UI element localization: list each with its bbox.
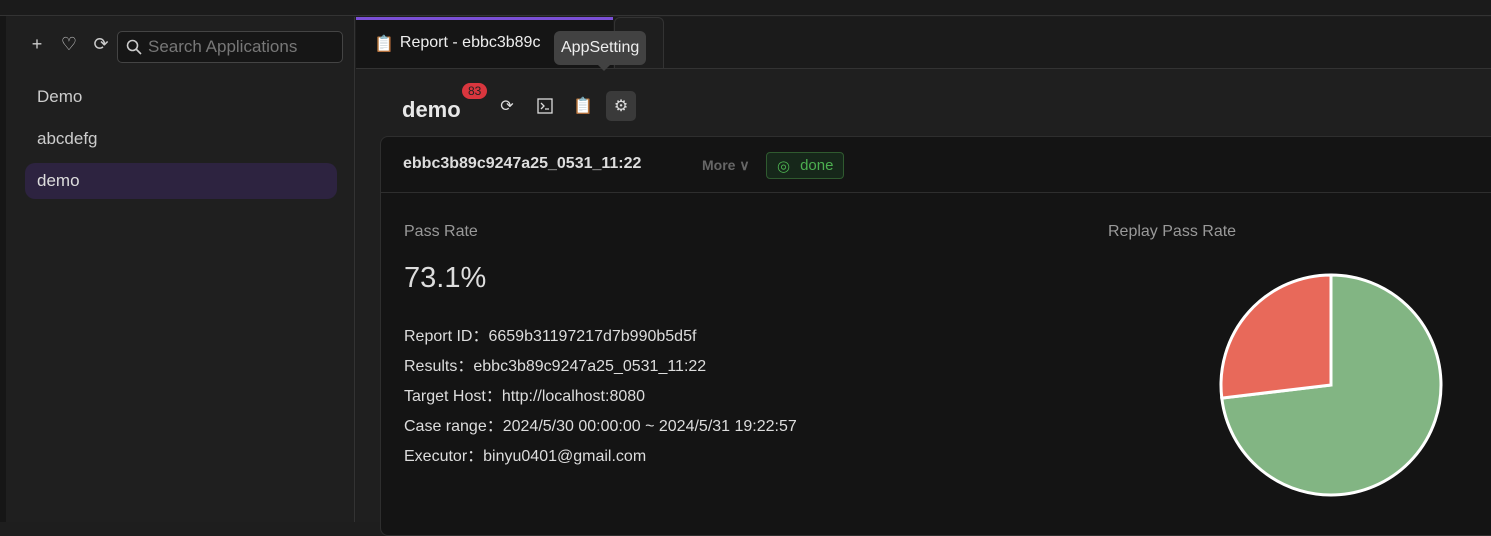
- info-row: Results：ebbc3b89c9247a25_0531_11:22: [404, 358, 707, 375]
- title-bar: [0, 0, 1491, 16]
- pie-slice[interactable]: [1219, 273, 1333, 400]
- tab-label: Report - ebbc3b89c: [399, 34, 541, 51]
- app-item-selected[interactable]: demo: [25, 163, 337, 199]
- report-name: ebbc3b89c9247a25_0531_11:22: [403, 155, 642, 172]
- report-icon[interactable]: 📋: [568, 91, 598, 121]
- sidebar: + ♡ ⟳ Demo abcdefg demo: [6, 17, 355, 522]
- info-row: Case range：2024/5/30 00:00:00 ~ 2024/5/3…: [404, 418, 797, 435]
- search-box[interactable]: [117, 31, 343, 63]
- heart-icon[interactable]: ♡: [58, 33, 80, 55]
- app-item[interactable]: Demo: [25, 79, 337, 115]
- gear-icon[interactable]: ⚙: [606, 91, 636, 121]
- main-panel: 📋 Report - ebbc3b89c demo 83 ⟳ 📋 ⚙ AppSe…: [356, 17, 1491, 536]
- search-input[interactable]: [148, 37, 328, 57]
- count-badge: 83: [462, 83, 488, 99]
- info-row: Report ID：6659b31197217d7b990b5d5f: [404, 328, 697, 345]
- refresh-icon[interactable]: ⟳: [492, 91, 522, 121]
- terminal-icon[interactable]: [530, 91, 560, 121]
- report-info: Report ID：6659b31197217d7b990b5d5f Result…: [404, 322, 797, 472]
- refresh-icon[interactable]: ⟳: [90, 33, 112, 55]
- replay-pass-rate-label: Replay Pass Rate: [1108, 223, 1237, 240]
- search-icon: [126, 39, 142, 55]
- pass-rate-pie-chart: [1219, 273, 1443, 497]
- info-row: Executor：binyu0401@gmail.com: [404, 448, 647, 465]
- check-circle-icon: ◎: [777, 157, 791, 175]
- more-button[interactable]: More ∨: [702, 157, 750, 174]
- plus-icon[interactable]: +: [26, 33, 48, 55]
- tooltip: AppSetting: [554, 31, 647, 71]
- report-card: ebbc3b89c9247a25_0531_11:22 More ∨ ◎ done…: [380, 136, 1491, 536]
- app-item[interactable]: abcdefg: [25, 121, 337, 157]
- report-icon: 📋: [374, 36, 394, 53]
- pass-rate-label: Pass Rate: [404, 223, 478, 240]
- info-row: Target Host：http://localhost:8080: [404, 388, 646, 405]
- status-badge: ◎ done: [766, 152, 845, 179]
- page-title: demo: [402, 97, 461, 122]
- pass-rate-value: 73.1%: [404, 262, 487, 294]
